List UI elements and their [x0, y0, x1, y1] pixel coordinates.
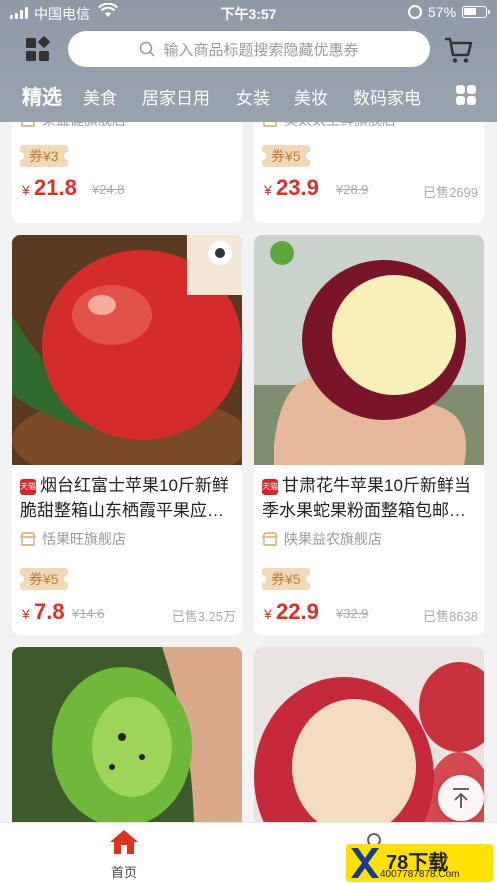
product-image[interactable] [12, 235, 242, 465]
more-categories-icon[interactable] [455, 84, 477, 106]
rotation-lock-icon [408, 5, 422, 19]
sold-count: 已售3.25万 [171, 609, 236, 624]
header: 中国电信 下午3:57 57% 输入商品标题搜索隐藏优惠券 精选 美食 居家日用… [0, 0, 497, 122]
coupon-badge[interactable]: 券¥5 [258, 145, 314, 167]
apple-image [12, 235, 242, 465]
sold-count: 已售2699 [423, 185, 478, 200]
status-bar: 中国电信 下午3:57 57% [0, 0, 497, 26]
original-price: ¥28.9 [336, 182, 369, 197]
back-to-top-button[interactable] [438, 775, 484, 821]
original-price: ¥32.9 [336, 606, 369, 621]
product-title[interactable]: 天猫甘肃花牛苹果10斤新鲜当季水果蛇果粉面整箱包邮天水 [262, 473, 478, 523]
x-logo-icon [351, 848, 379, 878]
tab-digital-appliances[interactable]: 数码家电 [353, 84, 421, 109]
original-price: ¥14.6 [72, 606, 105, 621]
price-row: ¥ 21.8 ¥24.8 [20, 173, 236, 201]
tmall-icon: 天猫 [262, 479, 278, 495]
price-row: ¥ 23.9 ¥28.9 已售2699 [262, 173, 478, 201]
original-price: ¥24.8 [92, 182, 125, 197]
home-icon [110, 830, 138, 854]
product-card[interactable] [12, 647, 242, 822]
product-image[interactable] [254, 235, 484, 465]
product-card[interactable]: 果益健旗舰店 券¥3 ¥ 21.8 ¥24.8 [12, 122, 242, 223]
product-image[interactable] [12, 647, 242, 822]
search-icon [140, 41, 156, 57]
tab-home[interactable]: 首页 [100, 829, 148, 881]
arrow-up-icon [453, 788, 469, 808]
search-placeholder: 输入商品标题搜索隐藏优惠券 [163, 41, 359, 59]
category-grid-icon[interactable] [24, 36, 52, 64]
search-input[interactable]: 输入商品标题搜索隐藏优惠券 [68, 31, 430, 67]
battery-percent: 57% [428, 4, 457, 20]
tab-beauty[interactable]: 美妆 [294, 84, 328, 109]
tab-featured[interactable]: 精选 [22, 81, 62, 110]
product-title[interactable]: 天猫烟台红富士苹果10斤新鲜脆甜整箱山东栖霞平果应季水果 [20, 473, 236, 523]
currency-symbol: ¥ [264, 182, 272, 198]
price: 23.9 [276, 175, 319, 200]
shop-name: 美太太生鲜旗舰店 [262, 122, 396, 130]
tab-home-label: 首页 [110, 865, 137, 880]
battery-icon [462, 6, 490, 18]
watermark-logo: 78下载 4007787878.Com [346, 844, 493, 882]
kiwi-image [12, 647, 242, 822]
category-tabs: 精选 美食 居家日用 女装 美妆 数码家电 [0, 78, 497, 114]
product-card[interactable]: 天猫甘肃花牛苹果10斤新鲜当季水果蛇果粉面整箱包邮天水 陕果益农旗舰店 券¥5 … [254, 235, 484, 635]
watermark-url: 4007787878.Com [380, 869, 460, 880]
tab-food[interactable]: 美食 [83, 84, 117, 109]
price-row: ¥ 7.8 ¥14.6 已售3.25万 [20, 597, 236, 625]
search-row: 输入商品标题搜索隐藏优惠券 [0, 30, 497, 70]
store-icon [20, 532, 36, 546]
price: 21.8 [34, 175, 77, 200]
status-time: 下午3:57 [220, 6, 277, 22]
tab-womens-clothing[interactable]: 女装 [236, 84, 270, 109]
currency-symbol: ¥ [22, 606, 30, 622]
price: 7.8 [34, 599, 65, 624]
shop-name: 恬果旺旗舰店 [20, 529, 126, 549]
product-feed: 果益健旗舰店 券¥3 ¥ 21.8 ¥24.8 美太太生鲜旗舰店 券¥5 ¥ 2… [0, 122, 497, 822]
currency-symbol: ¥ [22, 182, 30, 198]
shop-name: 果益健旗舰店 [20, 122, 126, 130]
currency-symbol: ¥ [264, 606, 272, 622]
apple-image [254, 235, 484, 465]
tab-household[interactable]: 居家日用 [142, 84, 210, 109]
price-row: ¥ 22.9 ¥32.9 已售8638 [262, 597, 478, 625]
product-card[interactable]: 美太太生鲜旗舰店 券¥5 ¥ 23.9 ¥28.9 已售2699 [254, 122, 484, 223]
tmall-icon: 天猫 [20, 479, 36, 495]
coupon-badge[interactable]: 券¥5 [16, 568, 72, 590]
store-icon [21, 122, 35, 127]
price: 22.9 [276, 599, 319, 624]
store-icon [263, 122, 277, 127]
shopping-cart-icon[interactable] [443, 35, 473, 65]
product-card[interactable]: 天猫烟台红富士苹果10斤新鲜脆甜整箱山东栖霞平果应季水果 恬果旺旗舰店 券¥5 … [12, 235, 242, 635]
coupon-badge[interactable]: 券¥5 [258, 568, 314, 590]
sold-count: 已售8638 [423, 609, 478, 624]
shop-name: 陕果益农旗舰店 [262, 529, 382, 549]
coupon-badge[interactable]: 券¥3 [16, 145, 72, 167]
store-icon [262, 532, 278, 546]
